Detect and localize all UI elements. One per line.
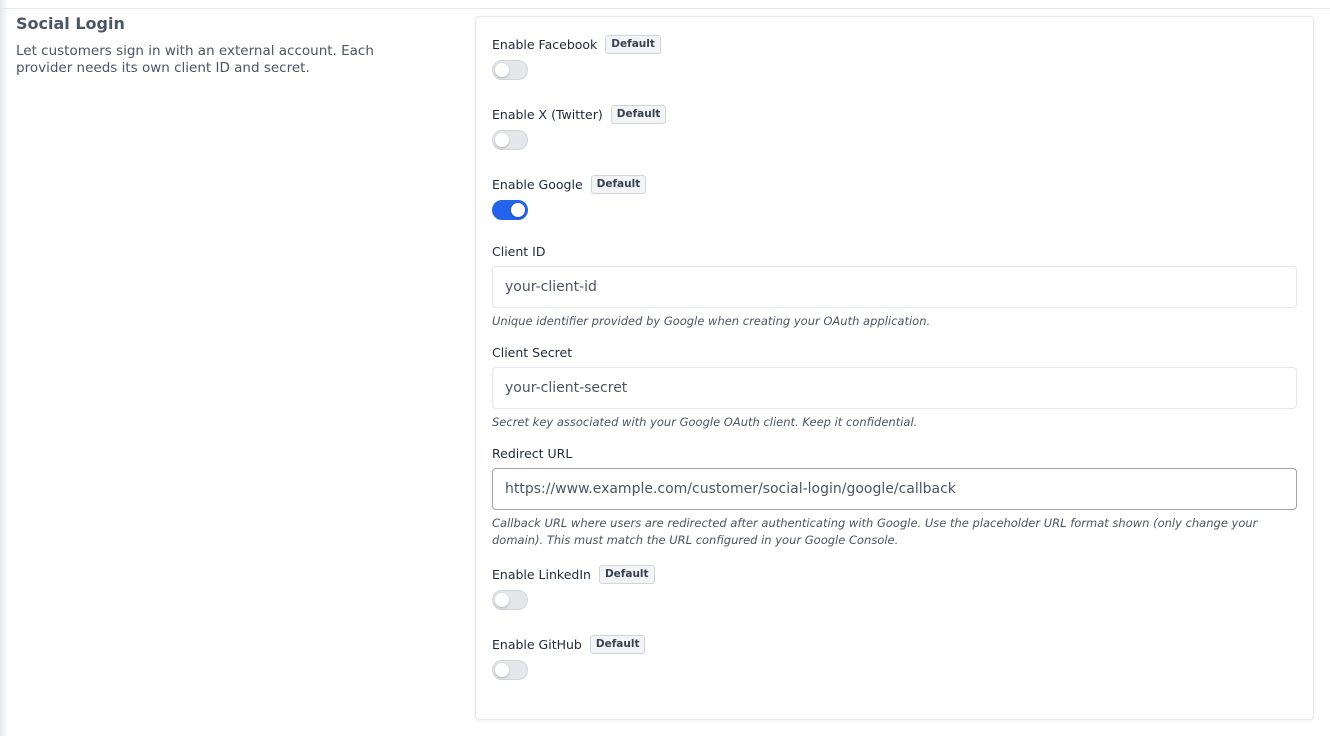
google-label: Enable Google <box>492 176 583 192</box>
facebook-toggle[interactable] <box>492 60 528 80</box>
github-field: Enable GitHub Default <box>492 634 1297 684</box>
client-secret-hint: Secret key associated with your Google O… <box>492 415 918 429</box>
google-field: Enable Google Default <box>492 174 1297 224</box>
default-badge: Default <box>605 34 661 54</box>
github-toggle[interactable] <box>492 660 528 680</box>
twitter-field: Enable X (Twitter) Default <box>492 104 1297 154</box>
toggle-knob <box>495 63 509 77</box>
default-badge: Default <box>610 104 667 124</box>
client-id-label: Client ID <box>492 243 546 259</box>
section-description: Let customers sign in with an external a… <box>16 43 374 76</box>
client-id-input[interactable] <box>492 266 1297 308</box>
client-secret-label: Client Secret <box>492 344 573 360</box>
section-title: Social Login <box>16 14 125 33</box>
facebook-field: Enable Facebook Default <box>492 34 1297 84</box>
twitter-label: Enable X (Twitter) <box>492 106 603 122</box>
twitter-toggle[interactable] <box>492 130 528 150</box>
github-label: Enable GitHub <box>492 636 582 652</box>
redirect-url-field: Redirect URL Callback URL where users ar… <box>492 443 1297 555</box>
client-secret-field: Client Secret Secret key associated with… <box>492 342 1297 437</box>
redirect-url-hint: Callback URL where users are redirected … <box>492 516 1258 547</box>
social-login-panel: Enable Facebook Default Enable X (Twitte… <box>475 16 1314 720</box>
redirect-url-input[interactable] <box>492 468 1297 510</box>
linkedin-toggle[interactable] <box>492 590 528 610</box>
default-badge: Default <box>598 564 655 584</box>
toggle-knob <box>495 663 509 677</box>
google-toggle[interactable] <box>492 200 528 220</box>
section-header: Social Login Let customers sign in with … <box>16 14 416 77</box>
sidebar-edge <box>0 0 8 736</box>
top-divider <box>0 8 1330 9</box>
toggle-knob <box>495 593 509 607</box>
client-secret-input[interactable] <box>492 367 1297 409</box>
default-badge: Default <box>589 634 646 654</box>
redirect-url-label: Redirect URL <box>492 445 573 461</box>
default-badge: Default <box>590 174 647 194</box>
client-id-hint: Unique identifier provided by Google whe… <box>492 314 931 328</box>
facebook-label: Enable Facebook <box>492 36 598 52</box>
linkedin-field: Enable LinkedIn Default <box>492 564 1297 614</box>
client-id-field: Client ID Unique identifier provided by … <box>492 241 1297 336</box>
linkedin-label: Enable LinkedIn <box>492 566 591 582</box>
toggle-knob <box>511 203 525 217</box>
toggle-knob <box>495 133 509 147</box>
